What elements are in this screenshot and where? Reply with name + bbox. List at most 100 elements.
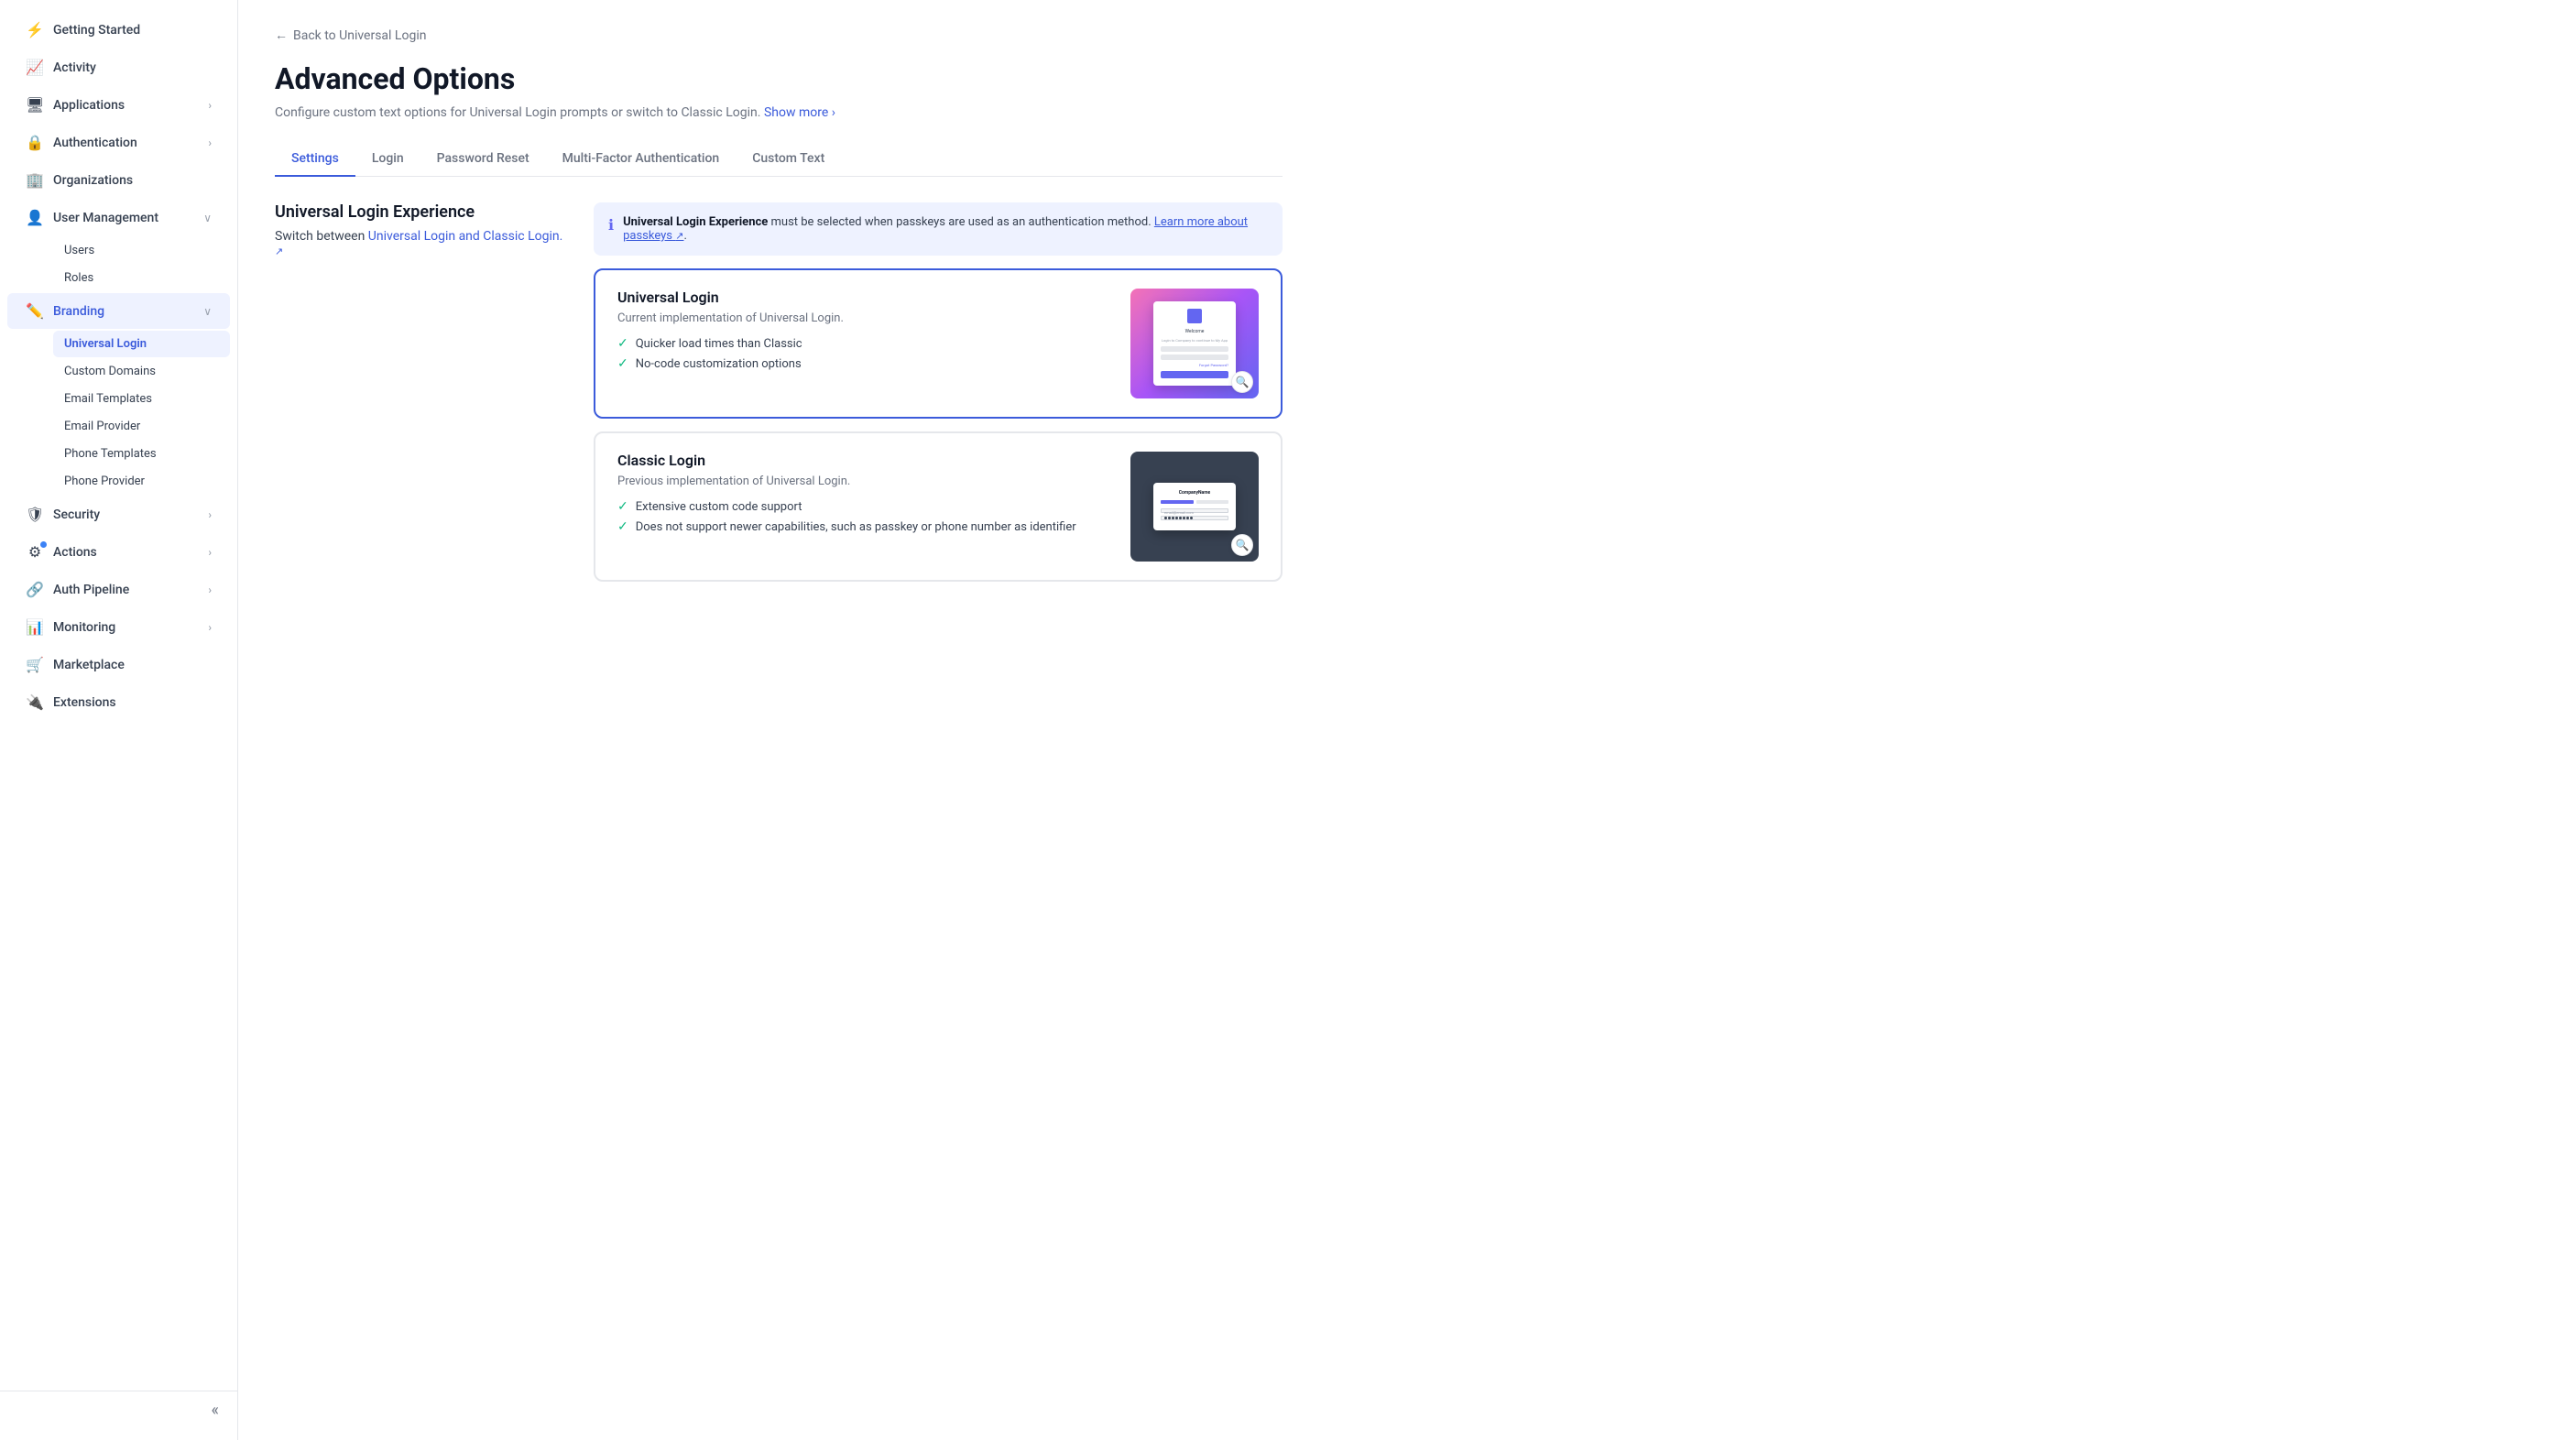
preview-button bbox=[1161, 371, 1228, 378]
show-more-link[interactable]: Show more › bbox=[764, 105, 835, 120]
classic-login-preview: CompanyName ​email@email.com bbox=[1130, 452, 1259, 562]
back-link[interactable]: ← Back to Universal Login bbox=[275, 27, 1283, 43]
chevron-right-icon: › bbox=[208, 584, 212, 596]
sidebar-item-user-management[interactable]: 👤 User Management ∨ bbox=[7, 200, 230, 235]
sidebar-item-email-provider[interactable]: Email Provider bbox=[53, 413, 230, 440]
sidebar-item-authentication[interactable]: 🔒 Authentication › bbox=[7, 125, 230, 160]
chevron-right-icon: › bbox=[208, 508, 212, 521]
auth-pipeline-icon: 🔗 bbox=[26, 581, 44, 598]
classic-preview-window: CompanyName ​email@email.com bbox=[1153, 483, 1236, 530]
password-dot bbox=[1179, 517, 1182, 519]
check-icon: ✓ bbox=[617, 499, 628, 514]
sidebar-item-universal-login[interactable]: Universal Login bbox=[53, 331, 230, 357]
check-icon: ✓ bbox=[617, 336, 628, 351]
sidebar-item-branding[interactable]: ✏️ Branding ∨ bbox=[7, 293, 230, 329]
feature-item: ✓ Does not support newer capabilities, s… bbox=[617, 519, 1116, 534]
check-icon: ✓ bbox=[617, 519, 628, 534]
user-management-submenu: Users Roles bbox=[0, 236, 237, 292]
preview-forgot: Forgot Password? bbox=[1161, 363, 1228, 367]
classic-login-features: ✓ Extensive custom code support ✓ Does n… bbox=[617, 499, 1116, 534]
chevron-down-icon: ∨ bbox=[203, 305, 212, 318]
zoom-in-button[interactable]: 🔍 bbox=[1231, 534, 1253, 556]
page-description: Configure custom text options for Univer… bbox=[275, 105, 1283, 120]
sidebar-item-actions[interactable]: ⚙ Actions › bbox=[7, 534, 230, 570]
chevron-right-icon: › bbox=[208, 99, 212, 112]
settings-section: Universal Login Experience Switch betwee… bbox=[275, 202, 1283, 582]
chevron-right-icon: › bbox=[208, 546, 212, 559]
password-dot bbox=[1164, 517, 1167, 519]
password-dot bbox=[1190, 517, 1193, 519]
monitoring-icon: 📊 bbox=[26, 618, 44, 636]
classic-login-card-desc: Previous implementation of Universal Log… bbox=[617, 475, 1116, 488]
marketplace-icon: 🛒 bbox=[26, 656, 44, 673]
sidebar-item-users[interactable]: Users bbox=[53, 237, 230, 264]
branding-submenu: Universal Login Custom Domains Email Tem… bbox=[0, 330, 237, 496]
tab-password-reset[interactable]: Password Reset bbox=[420, 142, 546, 177]
classic-login-card-title: Classic Login bbox=[617, 452, 1116, 469]
sidebar-item-monitoring[interactable]: 📊 Monitoring › bbox=[7, 609, 230, 645]
tab-mfa[interactable]: Multi-Factor Authentication bbox=[546, 142, 737, 177]
classic-password-input bbox=[1161, 516, 1228, 520]
preview-subtitle: Login to Company to continue to My App bbox=[1161, 338, 1228, 343]
tab-custom-text[interactable]: Custom Text bbox=[736, 142, 841, 177]
classic-login-card[interactable]: Classic Login Previous implementation of… bbox=[594, 431, 1283, 582]
preview-input-1 bbox=[1161, 346, 1228, 352]
zoom-in-button[interactable]: 🔍 bbox=[1231, 371, 1253, 393]
section-description: Switch between Universal Login and Class… bbox=[275, 229, 568, 258]
chevron-right-icon: › bbox=[832, 105, 835, 120]
password-dot bbox=[1168, 517, 1171, 519]
sidebar-item-applications[interactable]: 🖥 Applications › bbox=[7, 87, 230, 123]
feature-item: ✓ No-code customization options bbox=[617, 356, 1116, 371]
page-title: Advanced Options bbox=[275, 61, 1283, 96]
sidebar-item-organizations[interactable]: 🏢 Organizations bbox=[7, 162, 230, 198]
sidebar-item-custom-domains[interactable]: Custom Domains bbox=[53, 358, 230, 385]
extensions-icon: 🔌 bbox=[26, 693, 44, 711]
universal-login-preview-bg: Welcome Login to Company to continue to … bbox=[1130, 289, 1259, 398]
password-dot bbox=[1186, 517, 1189, 519]
info-icon: ℹ bbox=[608, 216, 614, 234]
classic-tab-login bbox=[1161, 500, 1194, 504]
tab-settings[interactable]: Settings bbox=[275, 142, 355, 177]
sidebar: ⚡ Getting Started 📈 Activity 🖥 Applicati… bbox=[0, 0, 238, 1440]
preview-logo bbox=[1187, 309, 1202, 323]
classic-preview-company: CompanyName bbox=[1161, 490, 1228, 496]
branding-icon: ✏️ bbox=[26, 302, 44, 320]
sidebar-item-getting-started[interactable]: ⚡ Getting Started bbox=[7, 12, 230, 48]
preview-window: Welcome Login to Company to continue to … bbox=[1153, 301, 1236, 386]
universal-login-card[interactable]: Universal Login Current implementation o… bbox=[594, 268, 1283, 419]
check-icon: ✓ bbox=[617, 356, 628, 371]
security-icon: 🛡 bbox=[26, 506, 44, 523]
sidebar-item-email-templates[interactable]: Email Templates bbox=[53, 386, 230, 412]
feature-item: ✓ Extensive custom code support bbox=[617, 499, 1116, 514]
classic-tab-signup bbox=[1196, 500, 1229, 504]
actions-notification-dot bbox=[40, 541, 47, 548]
sidebar-item-security[interactable]: 🛡 Security › bbox=[7, 496, 230, 532]
tab-login[interactable]: Login bbox=[355, 142, 420, 177]
feature-item: ✓ Quicker load times than Classic bbox=[617, 336, 1116, 351]
universal-login-card-desc: Current implementation of Universal Logi… bbox=[617, 311, 1116, 325]
tabs-bar: Settings Login Password Reset Multi-Fact… bbox=[275, 142, 1283, 177]
section-right: ℹ Universal Login Experience must be sel… bbox=[594, 202, 1283, 582]
sidebar-item-extensions[interactable]: 🔌 Extensions bbox=[7, 684, 230, 720]
preview-input-2 bbox=[1161, 355, 1228, 360]
password-dot bbox=[1183, 517, 1185, 519]
sidebar-collapse-button[interactable]: « bbox=[0, 1391, 237, 1429]
sidebar-item-marketplace[interactable]: 🛒 Marketplace bbox=[7, 647, 230, 682]
user-management-icon: 👤 bbox=[26, 209, 44, 226]
external-link-icon: ↗ bbox=[275, 245, 283, 257]
classic-email-input: ​email@email.com bbox=[1161, 508, 1228, 513]
universal-login-preview: Welcome Login to Company to continue to … bbox=[1130, 289, 1259, 398]
sidebar-item-roles[interactable]: Roles bbox=[53, 265, 230, 291]
organizations-icon: 🏢 bbox=[26, 171, 44, 189]
authentication-icon: 🔒 bbox=[26, 134, 44, 151]
sidebar-item-phone-provider[interactable]: Phone Provider bbox=[53, 468, 230, 495]
sidebar-item-auth-pipeline[interactable]: 🔗 Auth Pipeline › bbox=[7, 572, 230, 607]
chevron-right-icon: › bbox=[208, 136, 212, 149]
main-content: ← Back to Universal Login Advanced Optio… bbox=[238, 0, 2576, 1440]
sidebar-item-phone-templates[interactable]: Phone Templates bbox=[53, 441, 230, 467]
activity-icon: 📈 bbox=[26, 59, 44, 76]
chevron-right-icon: › bbox=[208, 621, 212, 634]
password-dot bbox=[1175, 517, 1178, 519]
universal-login-features: ✓ Quicker load times than Classic ✓ No-c… bbox=[617, 336, 1116, 371]
sidebar-item-activity[interactable]: 📈 Activity bbox=[7, 49, 230, 85]
